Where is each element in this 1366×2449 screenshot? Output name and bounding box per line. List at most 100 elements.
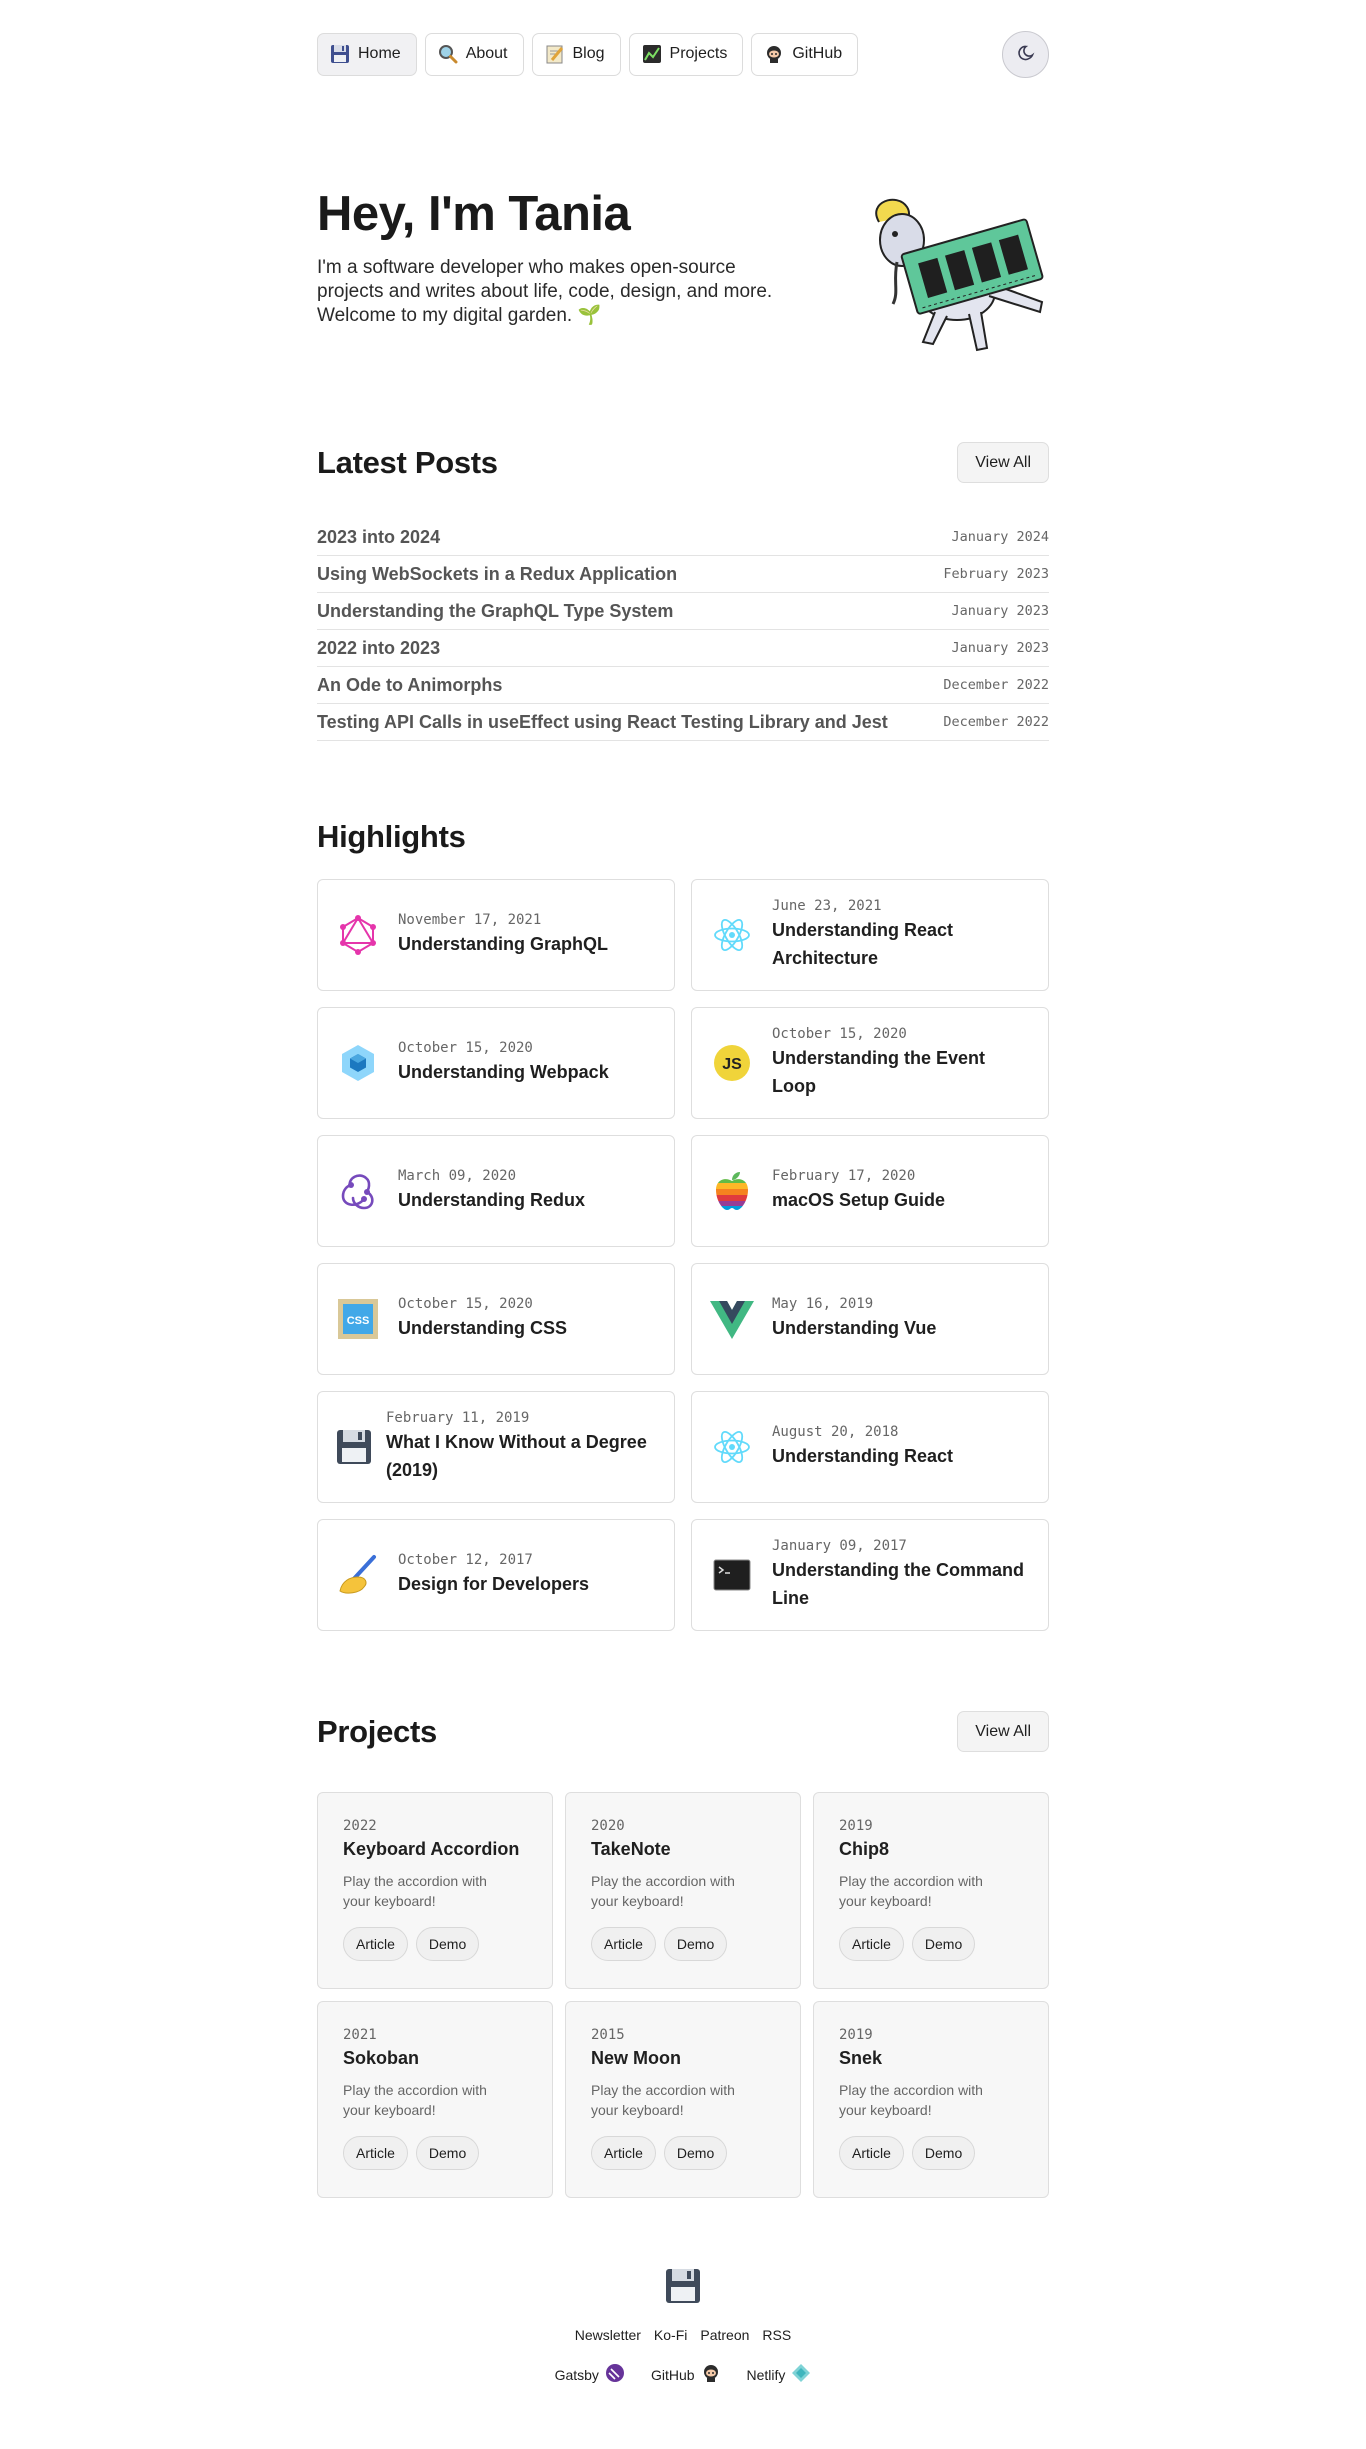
footer-netlify-link[interactable]: Netlify <box>747 2363 812 2386</box>
nav-about-label: About <box>465 45 508 62</box>
project-title: Keyboard Accordion <box>343 1839 520 1859</box>
highlight-card[interactable]: January 09, 2017 Understanding the Comma… <box>691 1519 1049 1631</box>
post-title: 2022 into 2023 <box>317 637 441 658</box>
highlight-card[interactable]: October 15, 2020 Understanding Webpack <box>317 1007 675 1119</box>
nav-github-link[interactable]: GitHub <box>751 32 859 76</box>
project-article-button[interactable]: Article <box>591 1927 656 1961</box>
floppy-disk-icon <box>330 44 350 64</box>
project-year: 2019 <box>839 1818 873 1834</box>
highlight-card[interactable]: February 17, 2020 macOS Setup Guide <box>691 1135 1049 1247</box>
nav-home-label: Home <box>358 45 401 62</box>
latest-posts-title: Latest Posts <box>317 444 498 480</box>
project-demo-button[interactable]: Demo <box>911 1927 976 1961</box>
post-list: 2023 into 2024 January 2024 Using WebSoc… <box>317 519 1049 741</box>
projects-view-all-button[interactable]: View All <box>957 1711 1049 1752</box>
post-title: Understanding the GraphQL Type System <box>317 600 674 621</box>
svg-text:CSS: CSS <box>347 1315 370 1327</box>
project-description: Play the accordion with your keyboard! <box>343 2082 487 2118</box>
highlight-title: Understanding React <box>772 1446 954 1466</box>
highlight-card[interactable]: February 11, 2019 What I Know Without a … <box>317 1391 675 1503</box>
project-title: TakeNote <box>591 1839 671 1859</box>
posts-view-all-button[interactable]: View All <box>957 442 1049 483</box>
nav-home-link[interactable]: Home <box>317 32 417 76</box>
project-demo-button[interactable]: Demo <box>415 1927 480 1961</box>
highlight-card[interactable]: May 16, 2019 Understanding Vue <box>691 1263 1049 1375</box>
highlight-title: Design for Developers <box>398 1574 590 1594</box>
footer-patreon-link[interactable]: Patreon <box>700 2327 749 2343</box>
netlify-icon <box>791 2363 811 2386</box>
post-row[interactable]: An Ode to Animorphs December 2022 <box>317 667 1049 704</box>
highlight-card[interactable]: August 20, 2018 Understanding React <box>691 1391 1049 1503</box>
post-date: December 2022 <box>943 714 1049 730</box>
post-date: January 2023 <box>951 603 1049 619</box>
highlight-title: Understanding the Command Line <box>772 1560 1025 1608</box>
highlight-card[interactable]: November 17, 2021 Understanding GraphQL <box>317 879 675 991</box>
highlight-date: August 20, 2018 <box>772 1424 899 1440</box>
highlight-title: Understanding the Event Loop <box>772 1048 986 1096</box>
post-date: January 2023 <box>951 640 1049 656</box>
magnifying-glass-icon <box>438 44 458 64</box>
chart-icon <box>642 44 662 64</box>
project-article-button[interactable]: Article <box>839 1927 904 1961</box>
hero-title: Hey, I'm Tania <box>317 187 631 241</box>
project-card: 2020 TakeNote Play the accordion with yo… <box>565 1792 801 1989</box>
highlight-date: October 15, 2020 <box>398 1296 533 1312</box>
post-row[interactable]: Understanding the GraphQL Type System Ja… <box>317 593 1049 630</box>
post-row[interactable]: Using WebSockets in a Redux Application … <box>317 556 1049 593</box>
highlight-date: February 17, 2020 <box>772 1168 916 1184</box>
post-date: January 2024 <box>951 529 1049 545</box>
highlight-card[interactable]: CSS October 15, 2020 Understanding CSS <box>317 1263 675 1375</box>
nav-projects-link[interactable]: Projects <box>628 32 744 76</box>
writing-hand-icon <box>336 1553 380 1597</box>
highlights-title: Highlights <box>317 819 466 854</box>
project-article-button[interactable]: Article <box>343 2136 408 2170</box>
post-title: An Ode to Animorphs <box>317 674 503 695</box>
post-row[interactable]: 2022 into 2023 January 2023 <box>317 630 1049 667</box>
footer-kofi-link[interactable]: Ko-Fi <box>654 2327 687 2343</box>
project-title: Chip8 <box>839 1839 890 1859</box>
highlight-card[interactable]: June 23, 2021 Understanding React Archit… <box>691 879 1049 991</box>
highlight-title: Understanding Webpack <box>398 1062 609 1082</box>
moon-icon <box>1017 44 1035 65</box>
project-description: Play the accordion with your keyboard! <box>591 1873 735 1909</box>
project-card: 2019 Snek Play the accordion with your k… <box>813 2001 1049 2198</box>
projects-section: Projects View All 2022 Keyboard Accordio… <box>317 1711 1049 2198</box>
highlights-section: Highlights November 17, 2021 Understandi… <box>317 819 1049 1631</box>
highlights-grid: November 17, 2021 Understanding GraphQL … <box>317 879 1049 1631</box>
project-article-button[interactable]: Article <box>343 1927 408 1961</box>
project-description: Play the accordion with your keyboard! <box>343 1873 487 1909</box>
project-article-button[interactable]: Article <box>839 2136 904 2170</box>
highlight-title: Understanding Redux <box>398 1190 586 1210</box>
top-nav: Home About Blog Projects GitHub <box>317 0 1049 78</box>
highlight-date: February 11, 2019 <box>386 1410 530 1426</box>
nav-blog-link[interactable]: Blog <box>531 32 621 76</box>
project-title: Sokoban <box>343 2048 420 2068</box>
project-demo-button[interactable]: Demo <box>663 1927 728 1961</box>
project-description: Play the accordion with your keyboard! <box>839 1873 983 1909</box>
vue-icon <box>710 1297 754 1341</box>
javascript-icon: JS <box>710 1041 754 1085</box>
project-year: 2022 <box>343 1818 377 1834</box>
floppy-disk-icon <box>336 1425 372 1469</box>
project-demo-button[interactable]: Demo <box>415 2136 480 2170</box>
project-demo-button[interactable]: Demo <box>911 2136 976 2170</box>
project-article-button[interactable]: Article <box>591 2136 656 2170</box>
footer-rss-link[interactable]: RSS <box>762 2327 791 2343</box>
css-icon: CSS <box>336 1297 380 1341</box>
project-description: Play the accordion with your keyboard! <box>839 2082 983 2118</box>
highlight-card[interactable]: March 09, 2020 Understanding Redux <box>317 1135 675 1247</box>
memo-icon <box>545 44 565 64</box>
footer-github-link[interactable]: GitHub <box>651 2363 721 2386</box>
footer-gatsby-link[interactable]: Gatsby <box>555 2363 625 2386</box>
post-row[interactable]: 2023 into 2024 January 2024 <box>317 519 1049 556</box>
projects-grid: 2022 Keyboard Accordion Play the accordi… <box>317 1792 1049 2198</box>
highlight-card[interactable]: JS October 15, 2020 Understanding the Ev… <box>691 1007 1049 1119</box>
highlight-card[interactable]: October 12, 2017 Design for Developers <box>317 1519 675 1631</box>
post-row[interactable]: Testing API Calls in useEffect using Rea… <box>317 704 1049 741</box>
project-demo-button[interactable]: Demo <box>663 2136 728 2170</box>
project-title: Snek <box>839 2048 883 2068</box>
highlight-date: June 23, 2021 <box>772 898 882 914</box>
theme-toggle-button[interactable] <box>1002 30 1049 78</box>
footer-newsletter-link[interactable]: Newsletter <box>575 2327 641 2343</box>
nav-about-link[interactable]: About <box>424 32 524 76</box>
